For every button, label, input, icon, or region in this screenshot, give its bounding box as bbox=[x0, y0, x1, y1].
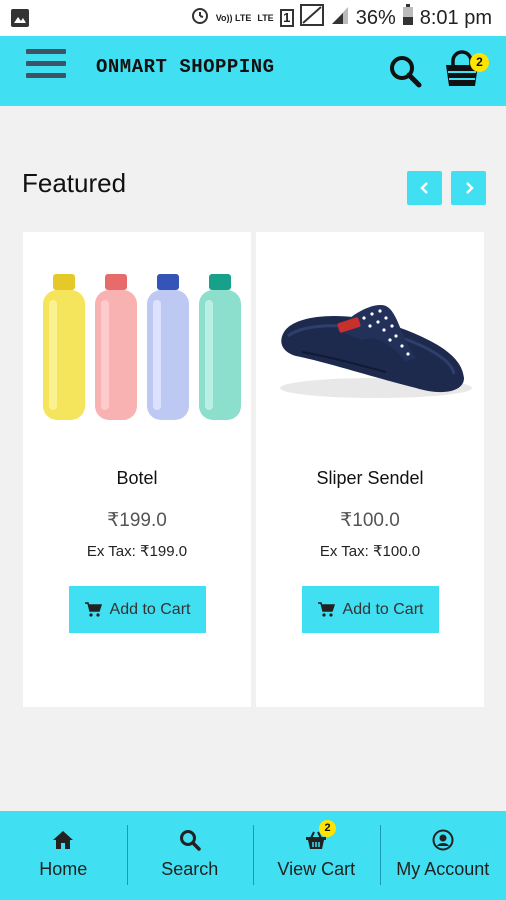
search-icon bbox=[179, 830, 201, 851]
sim-slot-badge: 1 bbox=[279, 9, 294, 27]
battery-percent: 36% bbox=[355, 6, 396, 29]
nav-view-cart-label: View Cart bbox=[277, 859, 356, 879]
add-to-cart-label: Add to Cart bbox=[342, 600, 424, 618]
status-bar: Vo)) LTE LTE 1 36% 8:01 pm bbox=[0, 0, 506, 36]
product-card[interactable]: Sliper Sendel ₹100.0 Ex Tax: ₹100.0 Add … bbox=[256, 232, 484, 707]
nav-my-account-label: My Account bbox=[396, 859, 490, 879]
lte-indicator: LTE bbox=[257, 12, 274, 23]
account-icon bbox=[432, 829, 454, 851]
carousel-next-button[interactable] bbox=[451, 171, 486, 205]
chevron-right-icon bbox=[465, 182, 474, 194]
home-icon bbox=[53, 831, 74, 849]
signal-strength-icon bbox=[330, 5, 350, 31]
ex-tax-value: ₹199.0 bbox=[140, 543, 188, 560]
volte-indicator: Vo)) LTE bbox=[215, 12, 252, 23]
nav-my-account[interactable]: My Account bbox=[379, 811, 506, 900]
bottom-nav: Home Search 2 View Cart My Account bbox=[0, 811, 506, 900]
nav-view-cart[interactable]: 2 View Cart bbox=[253, 811, 380, 900]
add-to-cart-label: Add to Cart bbox=[109, 600, 191, 618]
menu-icon[interactable] bbox=[26, 49, 66, 85]
ex-tax-value: ₹100.0 bbox=[373, 543, 421, 560]
product-ex-tax: Ex Tax: ₹100.0 bbox=[256, 542, 484, 560]
alarm-icon bbox=[190, 5, 210, 31]
clock: 8:01 pm bbox=[419, 6, 492, 29]
product-price: ₹199.0 bbox=[107, 510, 167, 531]
gallery-notification-icon bbox=[10, 8, 30, 33]
product-name[interactable]: Sliper Sendel bbox=[256, 468, 484, 489]
add-to-cart-button[interactable]: Add to Cart bbox=[302, 586, 439, 633]
product-price: ₹100.0 bbox=[340, 510, 400, 531]
nav-cart-badge: 2 bbox=[319, 820, 336, 837]
cart-count-badge: 2 bbox=[470, 53, 489, 72]
product-image-slipper[interactable] bbox=[266, 260, 474, 430]
chevron-left-icon bbox=[419, 182, 428, 194]
add-to-cart-button[interactable]: Add to Cart bbox=[69, 586, 206, 633]
product-name[interactable]: Botel bbox=[23, 468, 251, 489]
product-image-bottles[interactable] bbox=[33, 260, 241, 430]
app-title: ONMART SHOPPING bbox=[96, 56, 275, 78]
carousel-prev-button[interactable] bbox=[407, 171, 442, 205]
battery-icon bbox=[402, 4, 414, 32]
nav-search[interactable]: Search bbox=[126, 811, 254, 900]
app-bar: ONMART SHOPPING bbox=[0, 36, 506, 106]
nav-home-label: Home bbox=[39, 859, 88, 879]
status-icons: Vo)) LTE LTE 1 36% 8:01 pm bbox=[190, 4, 492, 32]
ex-tax-label: Ex Tax: bbox=[86, 543, 136, 560]
section-title: Featured bbox=[22, 168, 127, 198]
search-icon[interactable] bbox=[388, 54, 422, 88]
nav-home[interactable]: Home bbox=[0, 811, 127, 900]
cart-icon bbox=[317, 602, 335, 617]
ex-tax-label: Ex Tax: bbox=[319, 543, 369, 560]
cart-icon bbox=[84, 602, 102, 617]
product-card[interactable]: Botel ₹199.0 Ex Tax: ₹199.0 Add to Cart bbox=[23, 232, 251, 707]
signal-empty-icon bbox=[299, 4, 324, 32]
product-ex-tax: Ex Tax: ₹199.0 bbox=[23, 542, 251, 560]
nav-search-label: Search bbox=[161, 859, 219, 879]
